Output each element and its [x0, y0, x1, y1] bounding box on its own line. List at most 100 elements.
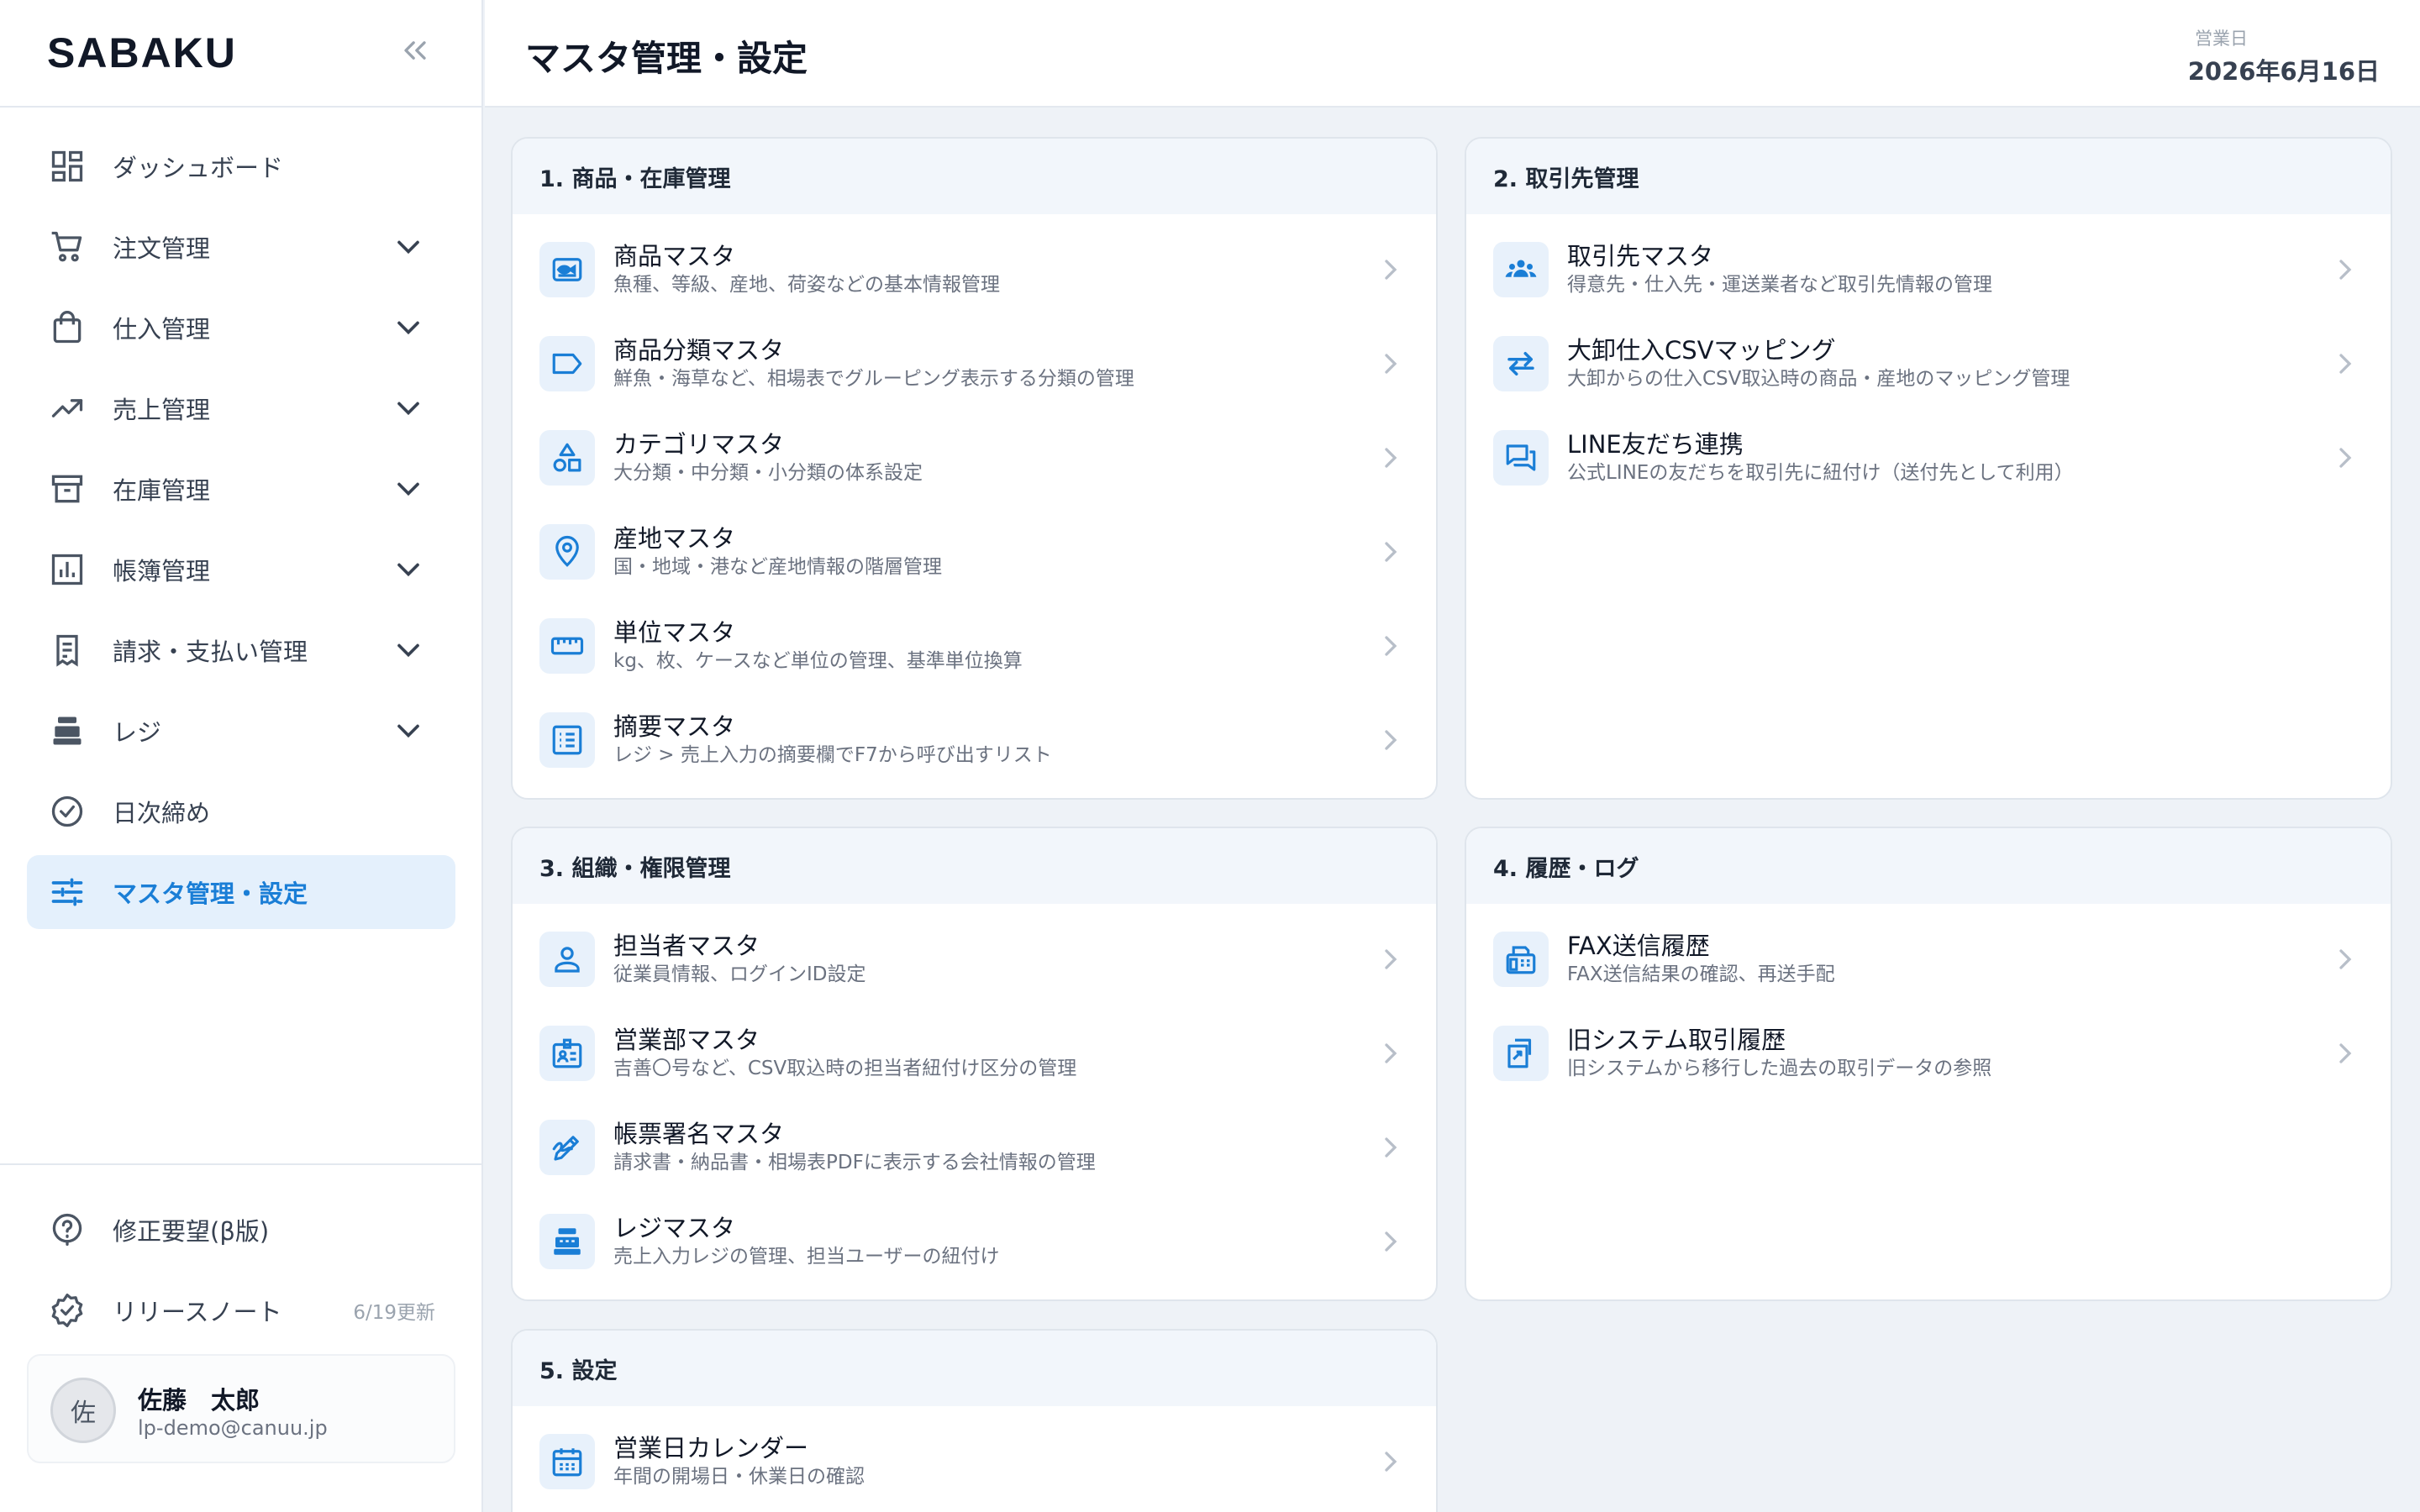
- menu-item-origin-master[interactable]: 産地マスタ 国・地域・港など産地情報の階層管理: [513, 505, 1436, 599]
- list-icon: [539, 712, 595, 768]
- avatar: 佐: [50, 1378, 116, 1443]
- sidebar-item-inventory[interactable]: 在庫管理: [27, 452, 455, 526]
- section-products-inventory: 1. 商品・在庫管理 商品マスタ 魚種、等級、産地、荷姿などの基本情報管理 商品分…: [511, 137, 1438, 800]
- sidebar-item-label: 注文管理: [113, 234, 211, 263]
- menu-item-csv-mapping[interactable]: 大卸仕入CSVマッピング大卸からの仕入CSV取込時の商品・産地のマッピング管理: [1466, 317, 2391, 411]
- menu-item-sales-dept-master[interactable]: 営業部マスタ 吉善〇号など、CSV取込時の担当者紐付け区分の管理: [513, 1006, 1436, 1100]
- menu-item-signature-master[interactable]: 帳票署名マスタ 請求書・納品書・相場表PDFに表示する会社情報の管理: [513, 1100, 1436, 1194]
- chevron-right-icon: [1385, 1231, 1397, 1252]
- calendar-icon: [539, 1434, 595, 1489]
- sidebar-bottom-divider: [0, 1163, 483, 1165]
- person-icon: [539, 932, 595, 987]
- trending-up-icon: [51, 399, 83, 417]
- menu-item-desc: 従業員情報、ログインID設定: [613, 963, 866, 985]
- user-name: 佐藤 太郎: [138, 1386, 260, 1415]
- shapes-icon: [539, 430, 595, 486]
- release-notes-link[interactable]: リリースノート 6/19更新: [27, 1273, 455, 1347]
- check-circle-icon: [51, 795, 83, 827]
- chevron-right-icon: [1385, 260, 1397, 280]
- menu-item-desc: 大卸からの仕入CSV取込時の商品・産地のマッピング管理: [1567, 368, 2070, 390]
- label-icon: [539, 336, 595, 391]
- menu-item-desc: 得意先・仕入先・運送業者など取引先情報の管理: [1567, 274, 1992, 296]
- menu-item-legacy-history[interactable]: 旧システム取引履歴旧システムから移行した過去の取引データの参照: [1466, 1006, 2391, 1100]
- menu-item-line-link[interactable]: LINE友だち連携公式LINEの友だちを取引先に紐付け（送付先として利用）: [1466, 411, 2391, 505]
- chevron-down-icon: [397, 482, 419, 496]
- release-notes-updated: 6/19更新: [353, 1302, 435, 1324]
- menu-item-desc: 旧システムから移行した過去の取引データの参照: [1567, 1058, 1992, 1079]
- user-email: lp-demo@canuu.jp: [138, 1416, 328, 1440]
- sidebar-item-purchasing[interactable]: 仕入管理: [27, 291, 455, 365]
- sidebar-item-daily-close[interactable]: 日次締め: [27, 774, 455, 848]
- chevron-right-icon: [1385, 636, 1397, 656]
- menu-item-unit-master[interactable]: 単位マスタ kg、枚、ケースなど単位の管理、基準単位換算: [513, 599, 1436, 693]
- menu-item-desc: 売上入力レジの管理、担当ユーザーの紐付け: [613, 1246, 1000, 1268]
- menu-item-title: 大卸仕入CSVマッピング: [1567, 336, 1836, 365]
- location-pin-icon: [539, 524, 595, 580]
- menu-item-title: 営業日カレンダー: [613, 1434, 809, 1462]
- menu-item-title: 旧システム取引履歴: [1567, 1026, 1786, 1054]
- menu-item-title: LINE友だち連携: [1567, 430, 1744, 459]
- sidebar-item-label: 在庫管理: [113, 476, 211, 505]
- cart-icon: [51, 231, 82, 262]
- feedback-link[interactable]: 修正要望(β版): [27, 1193, 455, 1267]
- sidebar-item-dashboard[interactable]: ダッシュボード: [27, 129, 455, 203]
- sidebar-item-orders[interactable]: 注文管理: [27, 210, 455, 284]
- menu-item-title: 商品マスタ: [613, 242, 736, 270]
- sidebar-item-label: 日次締め: [113, 799, 211, 827]
- sidebar-item-label: 請求・支払い管理: [113, 638, 308, 666]
- menu-item-summary-master[interactable]: 摘要マスタ レジ > 売上入力の摘要欄でF7から呼び出すリスト: [513, 693, 1436, 787]
- user-card[interactable]: 佐 佐藤 太郎 lp-demo@canuu.jp: [27, 1354, 455, 1463]
- menu-item-desc: 大分類・中分類・小分類の体系設定: [613, 462, 923, 484]
- section-history-logs: 4. 履歴・ログ FAX送信履歴 FAX送信結果の確認、再送手配 旧システム取引履…: [1465, 827, 2392, 1301]
- chevron-right-icon: [2339, 448, 2352, 468]
- fax-icon: [1493, 932, 1549, 987]
- chevron-right-icon: [1385, 1452, 1397, 1472]
- menu-item-desc: 吉善〇号など、CSV取込時の担当者紐付け区分の管理: [613, 1058, 1077, 1079]
- menu-item-product-category-master[interactable]: 商品分類マスタ 鮮魚・海草など、相場表でグルーピング表示する分類の管理: [513, 317, 1436, 411]
- dashboard-icon: [51, 150, 83, 182]
- menu-item-partner-master[interactable]: 取引先マスタ 得意先・仕入先・運送業者など取引先情報の管理: [1466, 223, 2391, 317]
- collapse-sidebar-icon[interactable]: [397, 32, 434, 69]
- sidebar-item-register[interactable]: レジ: [27, 694, 455, 768]
- chat-icon: [1493, 430, 1549, 486]
- chevron-right-icon: [1385, 949, 1397, 969]
- sidebar-item-billing[interactable]: 請求・支払い管理: [27, 613, 455, 687]
- menu-item-desc: レジ > 売上入力の摘要欄でF7から呼び出すリスト: [613, 744, 1052, 766]
- menu-item-fax-history[interactable]: FAX送信履歴 FAX送信結果の確認、再送手配: [1466, 912, 2391, 1006]
- chevron-right-icon: [1385, 730, 1397, 750]
- menu-item-desc: 公式LINEの友だちを取引先に紐付け（送付先として利用）: [1567, 462, 2074, 484]
- business-date-value: 2026年6月16日: [2187, 57, 2380, 86]
- menu-item-title: 単位マスタ: [613, 618, 736, 647]
- menu-item-product-master[interactable]: 商品マスタ 魚種、等級、産地、荷姿などの基本情報管理: [513, 223, 1436, 317]
- sidebar-item-ledger[interactable]: 帳簿管理: [27, 533, 455, 606]
- sidebar-item-master-settings[interactable]: マスタ管理・設定: [27, 855, 455, 929]
- section-business-partners: 2. 取引先管理 取引先マスタ 得意先・仕入先・運送業者など取引先情報の管理 大卸…: [1465, 137, 2392, 800]
- sidebar-nav: ダッシュボード 注文管理 仕入管理 売上管理 在庫管理 帳簿管理 請求・支払い管…: [27, 129, 455, 936]
- menu-item-desc: 国・地域・港など産地情報の階層管理: [613, 556, 942, 578]
- chevron-down-icon: [397, 724, 419, 738]
- menu-item-title: レジマスタ: [613, 1214, 736, 1242]
- chevron-down-icon: [397, 563, 419, 577]
- menu-item-category-master[interactable]: カテゴリマスタ大分類・中分類・小分類の体系設定: [513, 411, 1436, 505]
- receipt-icon: [56, 634, 78, 667]
- menu-item-business-calendar[interactable]: 営業日カレンダー 年間の開場日・休業日の確認: [513, 1415, 1436, 1509]
- menu-item-register-master[interactable]: レジマスタ売上入力レジの管理、担当ユーザーの紐付け: [513, 1194, 1436, 1289]
- menu-item-title: カテゴリマスタ: [613, 430, 785, 459]
- menu-item-title: 担当者マスタ: [613, 932, 760, 960]
- chevron-down-icon: [397, 321, 419, 335]
- swap-icon: [1493, 336, 1549, 391]
- app-logo: SABAKU: [47, 29, 237, 76]
- menu-item-desc: 請求書・納品書・相場表PDFに表示する会社情報の管理: [613, 1152, 1096, 1173]
- chevron-down-icon: [397, 240, 419, 255]
- chevron-right-icon: [2339, 949, 2352, 969]
- logo-area: SABAKU: [0, 0, 481, 108]
- ruler-icon: [539, 618, 595, 674]
- menu-item-staff-master[interactable]: 担当者マスタ従業員情報、ログインID設定: [513, 912, 1436, 1006]
- sidebar-item-label: 帳簿管理: [113, 557, 211, 585]
- sidebar-item-sales[interactable]: 売上管理: [27, 371, 455, 445]
- chevron-right-icon: [2339, 260, 2352, 280]
- chevron-right-icon: [2339, 354, 2352, 374]
- group-icon: [1493, 242, 1549, 297]
- section-title: 5. 設定: [513, 1331, 1436, 1406]
- chevron-down-icon: [397, 402, 419, 416]
